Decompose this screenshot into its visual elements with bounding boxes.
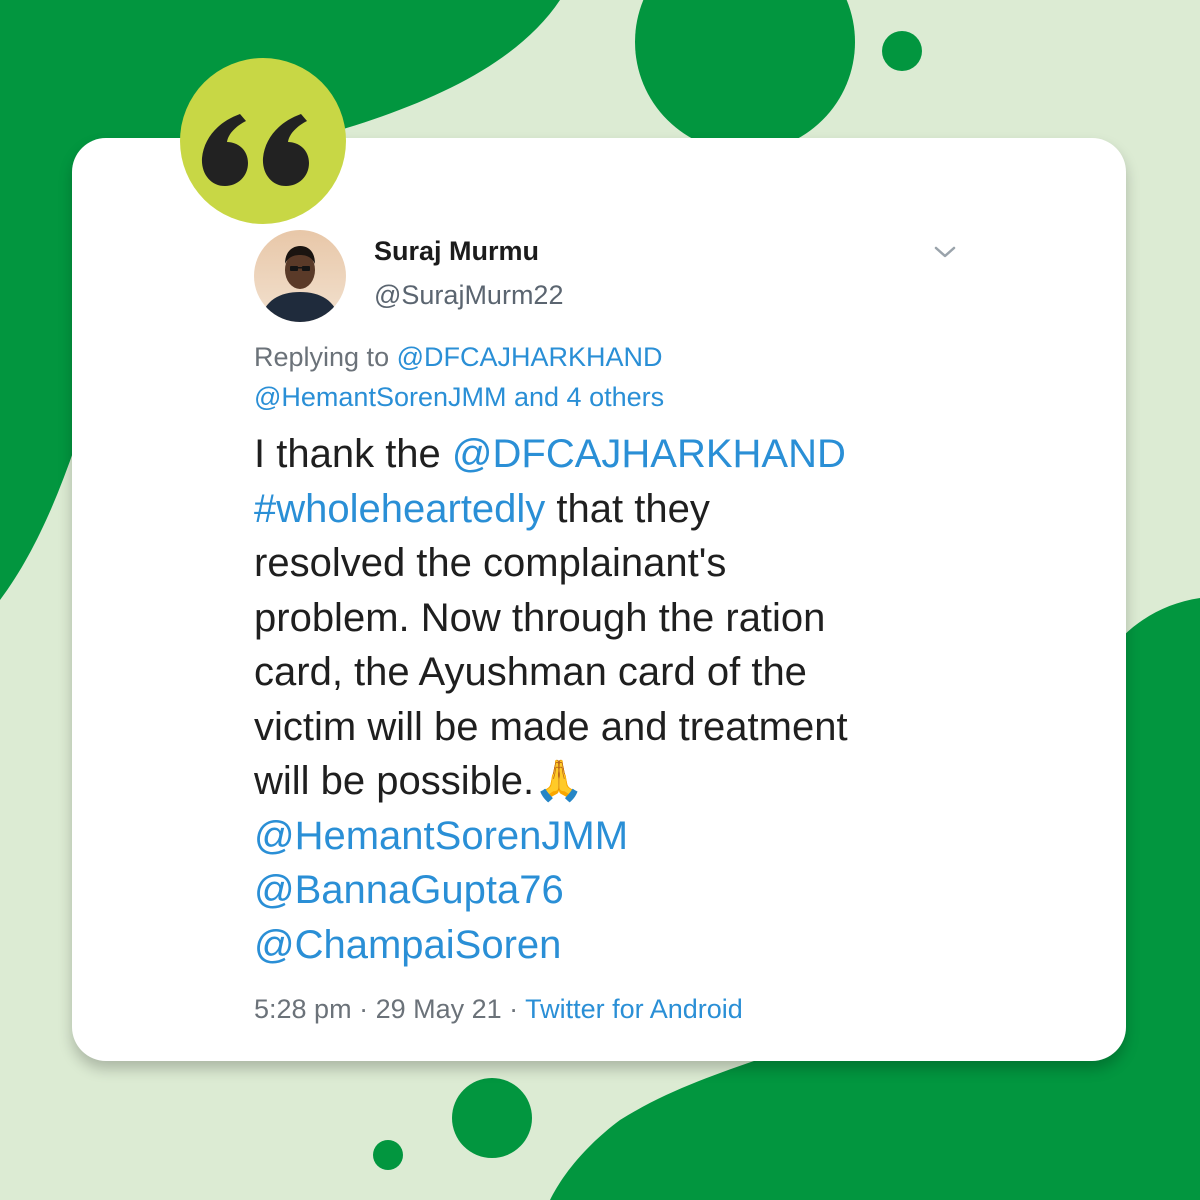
mention-hemantsorenjmm[interactable]: @HemantSorenJMM <box>254 809 974 864</box>
avatar[interactable] <box>254 230 346 322</box>
tweet-text-segment: I thank the <box>254 432 452 476</box>
mention-dfcajharkhand[interactable]: @DFCAJHARKHAND <box>452 432 846 476</box>
small-bottom-green-dot <box>373 1140 403 1170</box>
tweet-line: card, the Ayushman card of the <box>254 650 807 694</box>
replying-to-line-2: @HemantSorenJMM and 4 others <box>254 382 664 413</box>
mention-champaisoren[interactable]: @ChampaiSoren <box>254 918 974 973</box>
bottom-green-circle <box>452 1078 532 1158</box>
avatar-photo <box>254 230 346 322</box>
tweet-time[interactable]: 5:28 pm <box>254 994 352 1024</box>
tweet-text: I thank the @DFCAJHARKHAND #wholehearted… <box>254 427 974 972</box>
replying-prefix: Replying to <box>254 342 397 372</box>
tweet-line: #wholeheartedly that they <box>254 482 974 537</box>
tweet-text-segment: that they <box>545 486 710 531</box>
tweet-date[interactable]: 29 May 21 <box>376 994 502 1024</box>
quote-icon <box>201 114 309 186</box>
tweet-line: I thank the @DFCAJHARKHAND <box>254 427 974 482</box>
mention-bannagupta76[interactable]: @BannaGupta76 <box>254 863 974 918</box>
quote-badge <box>180 58 346 224</box>
reply-mention-dfcajharkhand[interactable]: @DFCAJHARKHAND <box>397 342 663 372</box>
tweet-meta: 5:28 pm · 29 May 21 · Twitter for Androi… <box>254 994 743 1025</box>
tweet-line: problem. Now through the ration <box>254 595 826 640</box>
chevron-down-icon[interactable] <box>930 240 960 264</box>
hashtag-wholeheartedly[interactable]: #wholeheartedly <box>254 487 545 531</box>
tweet-line: will be possible.🙏 <box>254 759 584 803</box>
reply-mention-hemantsorenjmm[interactable]: @HemantSorenJMM <box>254 382 506 412</box>
author-handle[interactable]: @SurajMurm22 <box>374 280 563 311</box>
replying-to-line: Replying to @DFCAJHARKHAND <box>254 342 663 373</box>
tweet-client[interactable]: Twitter for Android <box>525 994 743 1024</box>
meta-separator: · <box>351 994 376 1024</box>
tweet-line: resolved the complainant's <box>254 541 727 585</box>
tweet-line: victim will be made and treatment <box>254 704 848 749</box>
small-top-green-dot <box>882 31 922 71</box>
meta-separator: · <box>501 994 526 1024</box>
top-green-circle <box>635 0 855 152</box>
reply-others-link[interactable]: and 4 others <box>514 382 664 412</box>
author-name[interactable]: Suraj Murmu <box>374 236 539 267</box>
